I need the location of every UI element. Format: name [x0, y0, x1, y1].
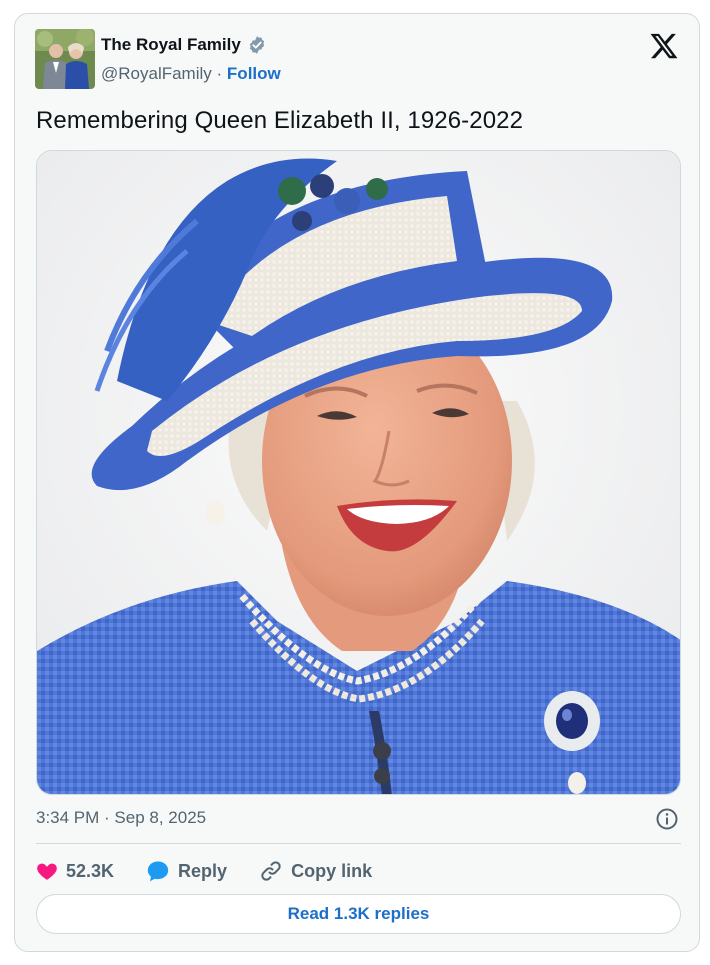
- author-handle[interactable]: @RoyalFamily: [101, 64, 212, 83]
- verified-badge-icon: [249, 36, 264, 54]
- copy-link-button[interactable]: Copy link: [259, 859, 372, 883]
- author-handle-row: @RoyalFamily · Follow: [101, 64, 281, 84]
- read-replies-label: Read 1.3K replies: [287, 904, 430, 923]
- copy-link-label: Copy link: [291, 860, 373, 881]
- tweet-timestamp[interactable]: 3:34 PM · Sep 8, 2025: [36, 808, 206, 828]
- link-icon: [261, 861, 281, 881]
- read-replies-button[interactable]: Read 1.3K replies: [36, 894, 681, 934]
- follow-button[interactable]: Follow: [227, 64, 281, 83]
- tweet-card: The Royal Family @RoyalFamily · Follow R…: [14, 13, 700, 952]
- heart-icon: [37, 863, 57, 880]
- author-display-name[interactable]: The Royal Family: [101, 35, 241, 55]
- reply-button[interactable]: Reply: [146, 859, 227, 883]
- royal-couple-avatar-icon: [35, 29, 95, 89]
- tweet-text: Remembering Queen Elizabeth II, 1926-202…: [36, 107, 524, 134]
- divider: [36, 843, 681, 844]
- tweet-photo[interactable]: [36, 150, 681, 795]
- like-button[interactable]: 52.3K: [36, 860, 114, 882]
- author-name-row: The Royal Family: [101, 35, 267, 55]
- like-count: 52.3K: [66, 860, 115, 881]
- handle-separator: ·: [216, 64, 223, 83]
- action-bar: 52.3K Reply Copy link: [36, 856, 404, 886]
- queen-portrait-image-icon: [37, 151, 680, 794]
- author-avatar[interactable]: [35, 29, 95, 89]
- speech-bubble-icon: [147, 861, 169, 882]
- info-icon[interactable]: [655, 807, 679, 831]
- x-logo-icon[interactable]: [649, 31, 679, 61]
- reply-label: Reply: [178, 860, 228, 881]
